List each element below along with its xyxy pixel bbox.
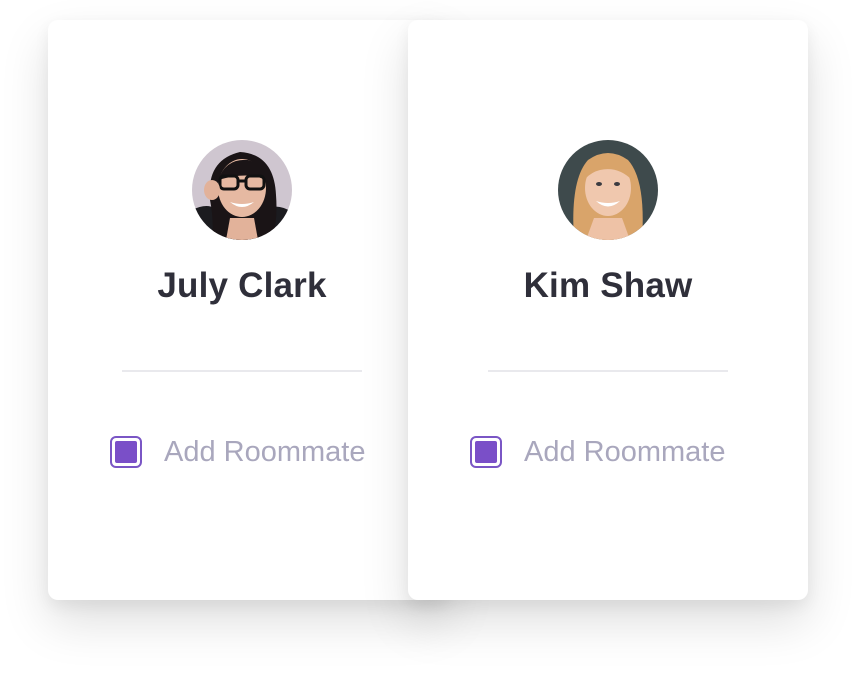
add-roommate-label[interactable]: Add Roommate	[164, 436, 366, 469]
add-roommate-checkbox[interactable]: Add Roommate	[110, 434, 366, 470]
checkbox-checked-icon[interactable]	[110, 436, 142, 468]
add-roommate-checkbox[interactable]: Add Roommate	[470, 434, 726, 470]
avatar-photo-icon	[192, 140, 292, 240]
profile-card-kim-shaw: Kim Shaw Add Roommate	[408, 20, 808, 600]
avatar-photo-icon	[558, 140, 658, 240]
divider	[122, 370, 362, 372]
checkbox-fill	[475, 441, 497, 463]
checkbox-checked-icon[interactable]	[470, 436, 502, 468]
divider	[488, 370, 728, 372]
profile-card-july-clark: July Clark Add Roommate	[48, 20, 448, 600]
person-name: July Clark	[157, 266, 327, 305]
checkbox-fill	[115, 441, 137, 463]
avatar	[192, 140, 292, 240]
person-name: Kim Shaw	[523, 266, 693, 305]
add-roommate-label[interactable]: Add Roommate	[524, 436, 726, 469]
avatar	[558, 140, 658, 240]
